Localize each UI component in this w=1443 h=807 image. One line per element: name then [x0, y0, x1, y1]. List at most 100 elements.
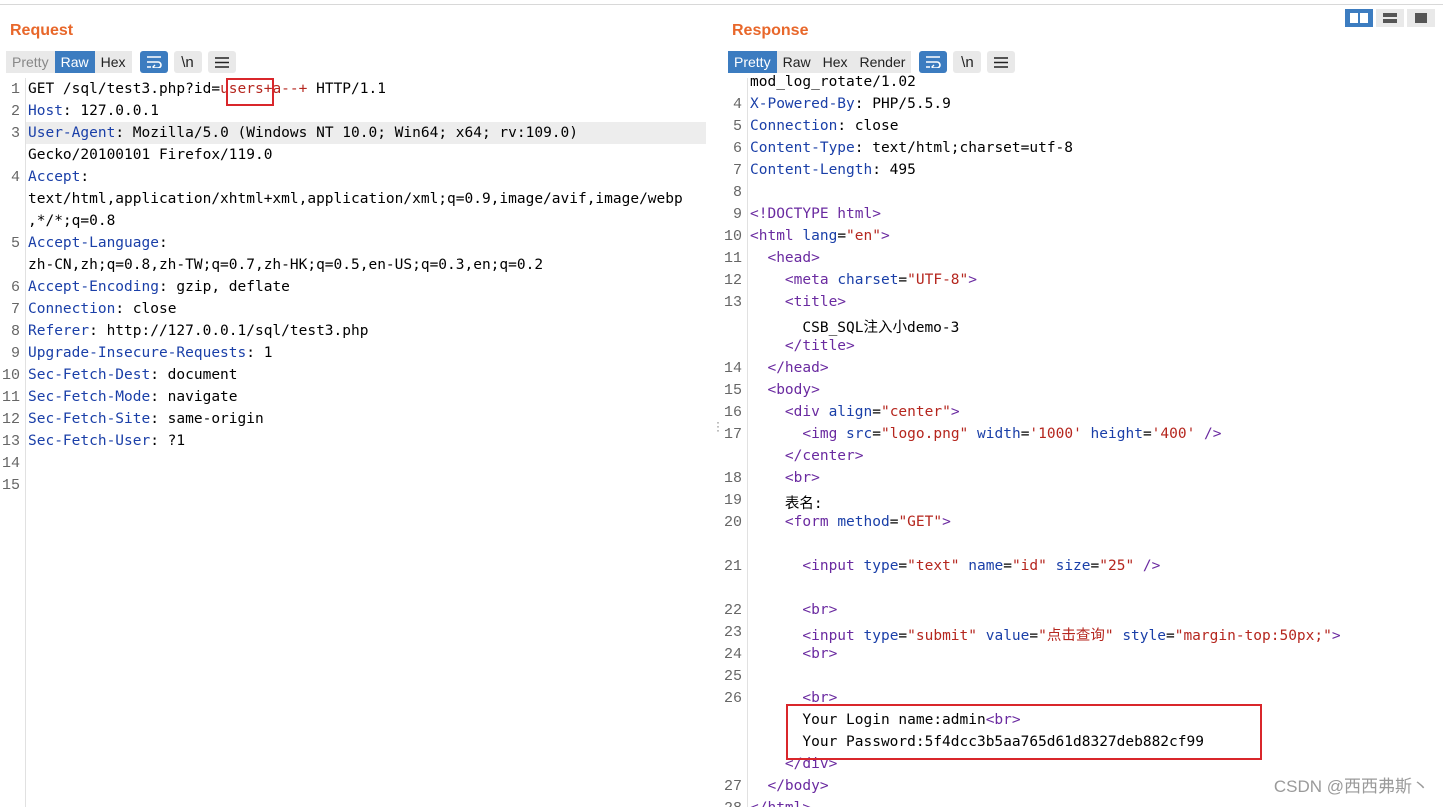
code-token: X-Powered-By [750, 96, 855, 112]
code-token: Content-Length [750, 162, 873, 178]
code-token: = [872, 426, 881, 442]
code-token: /> [1195, 426, 1222, 442]
code-token: </html> [750, 800, 811, 807]
code-token: "点击查询" [1038, 628, 1114, 644]
code-token: Sec-Fetch-Dest [28, 367, 151, 383]
line-number: 4 [732, 96, 742, 113]
code-token: > [950, 404, 960, 420]
line-number: 14 [723, 360, 742, 377]
code-line: Accept-Encoding: gzip, deflate [28, 279, 290, 295]
line-number: 2 [10, 103, 20, 120]
line-number: 4 [10, 169, 20, 186]
code-token: : same-origin [150, 411, 264, 427]
code-token: = [1090, 558, 1100, 574]
code-token: align [828, 404, 873, 420]
code-token: : 1 [246, 345, 273, 361]
code-line: Sec-Fetch-Site: same-origin [28, 411, 264, 427]
code-line: mod_log_rotate/1.02 [750, 74, 916, 90]
line-number: 15 [1, 477, 20, 494]
tab-render[interactable]: Render [853, 51, 912, 73]
code-token: <br> [784, 470, 820, 486]
code-token: : close [115, 301, 177, 317]
code-token: = [898, 558, 908, 574]
tab-pretty[interactable]: Pretty [6, 51, 55, 73]
tab-pretty[interactable]: Pretty [728, 51, 777, 73]
newline-icon[interactable]: \n [953, 51, 982, 73]
credentials-highlight-box [786, 704, 1262, 760]
code-line: Content-Length: 495 [750, 162, 916, 178]
code-token: <body> [767, 382, 820, 398]
code-token: <input [802, 558, 864, 574]
code-token: > [880, 228, 890, 244]
code-line: User-Agent: Mozilla/5.0 (Windows NT 10.0… [28, 125, 578, 141]
line-number: 11 [723, 250, 742, 267]
code-token: Host [28, 103, 63, 119]
pane-divider[interactable]: · · · [716, 416, 720, 436]
code-line: <div align="center"> [750, 404, 960, 420]
code-token: <head> [767, 250, 820, 266]
response-title: Response [732, 22, 809, 39]
response-editor[interactable]: mod_log_rotate/1.02 4 X-Powered-By: PHP/5.… [722, 74, 1443, 807]
line-number: 25 [723, 668, 742, 685]
code-token: <form [784, 514, 838, 530]
code-line: CSB_SQL注入小demo-3 [750, 316, 959, 337]
line-number: 13 [723, 294, 742, 311]
wrap-lines-icon[interactable] [919, 51, 948, 73]
code-line: Sec-Fetch-User: ?1 [28, 433, 185, 449]
code-token: charset [837, 272, 899, 288]
code-line: Host: 127.0.0.1 [28, 103, 159, 119]
code-token: mod_log_rotate/1.02 [750, 74, 916, 90]
menu-icon[interactable] [207, 51, 236, 73]
code-token: : close [837, 118, 899, 134]
line-number: 27 [723, 778, 742, 795]
code-token: = [898, 272, 908, 288]
code-token: method [837, 514, 890, 530]
code-token: : 495 [872, 162, 916, 178]
code-token: = [872, 404, 881, 420]
code-line: 表名: [750, 492, 823, 513]
code-token: <title> [784, 294, 847, 310]
code-token: User-Agent [28, 125, 116, 141]
code-line: ,*/*;q=0.8 [28, 213, 115, 229]
code-token: HTTP/1.1 [307, 81, 386, 97]
code-token: Sec-Fetch-Site [28, 411, 151, 427]
menu-icon[interactable] [987, 51, 1016, 73]
code-line: </center> [750, 448, 864, 464]
code-line: Sec-Fetch-Dest: document [28, 367, 238, 383]
code-token: Accept-Encoding [28, 279, 159, 295]
code-token: > [1331, 628, 1341, 644]
newline-icon[interactable]: \n [173, 51, 202, 73]
code-line: <input type="submit" value="点击查询" style=… [750, 624, 1341, 645]
line-number: 19 [723, 492, 742, 509]
code-token: = [1165, 628, 1175, 644]
code-token: style [1122, 628, 1166, 644]
line-number: 14 [1, 455, 20, 472]
tab-raw[interactable]: Raw [54, 51, 95, 73]
request-editor[interactable]: 1 GET /sql/test3.php?id=users+a--+ HTTP/1… [0, 78, 716, 807]
injection-highlight-box [226, 78, 274, 106]
tab-hex[interactable]: Hex [816, 51, 854, 73]
wrap-lines-icon[interactable] [139, 51, 168, 73]
code-token: text/html,application/xhtml+xml,applicat… [28, 191, 683, 207]
line-number: 7 [10, 301, 20, 318]
tab-hex[interactable]: Hex [94, 51, 132, 73]
code-token: = [1003, 558, 1012, 574]
code-token: value [985, 628, 1030, 644]
code-token: Connection [750, 118, 838, 134]
code-line: GET /sql/test3.php?id=users+a--+ HTTP/1.… [28, 81, 386, 97]
code-line: <body> [750, 382, 820, 398]
line-number: 9 [10, 345, 20, 362]
tab-raw[interactable]: Raw [776, 51, 817, 73]
code-token: Connection [28, 301, 116, 317]
code-token: Accept [28, 169, 81, 185]
code-token: : document [150, 367, 238, 383]
code-line: <br> [750, 602, 837, 618]
code-line: </title> [750, 338, 855, 354]
line-number: 12 [1, 411, 20, 428]
code-token: lang [802, 228, 838, 244]
code-token: Gecko/20100101 Firefox/119.0 [28, 147, 273, 163]
